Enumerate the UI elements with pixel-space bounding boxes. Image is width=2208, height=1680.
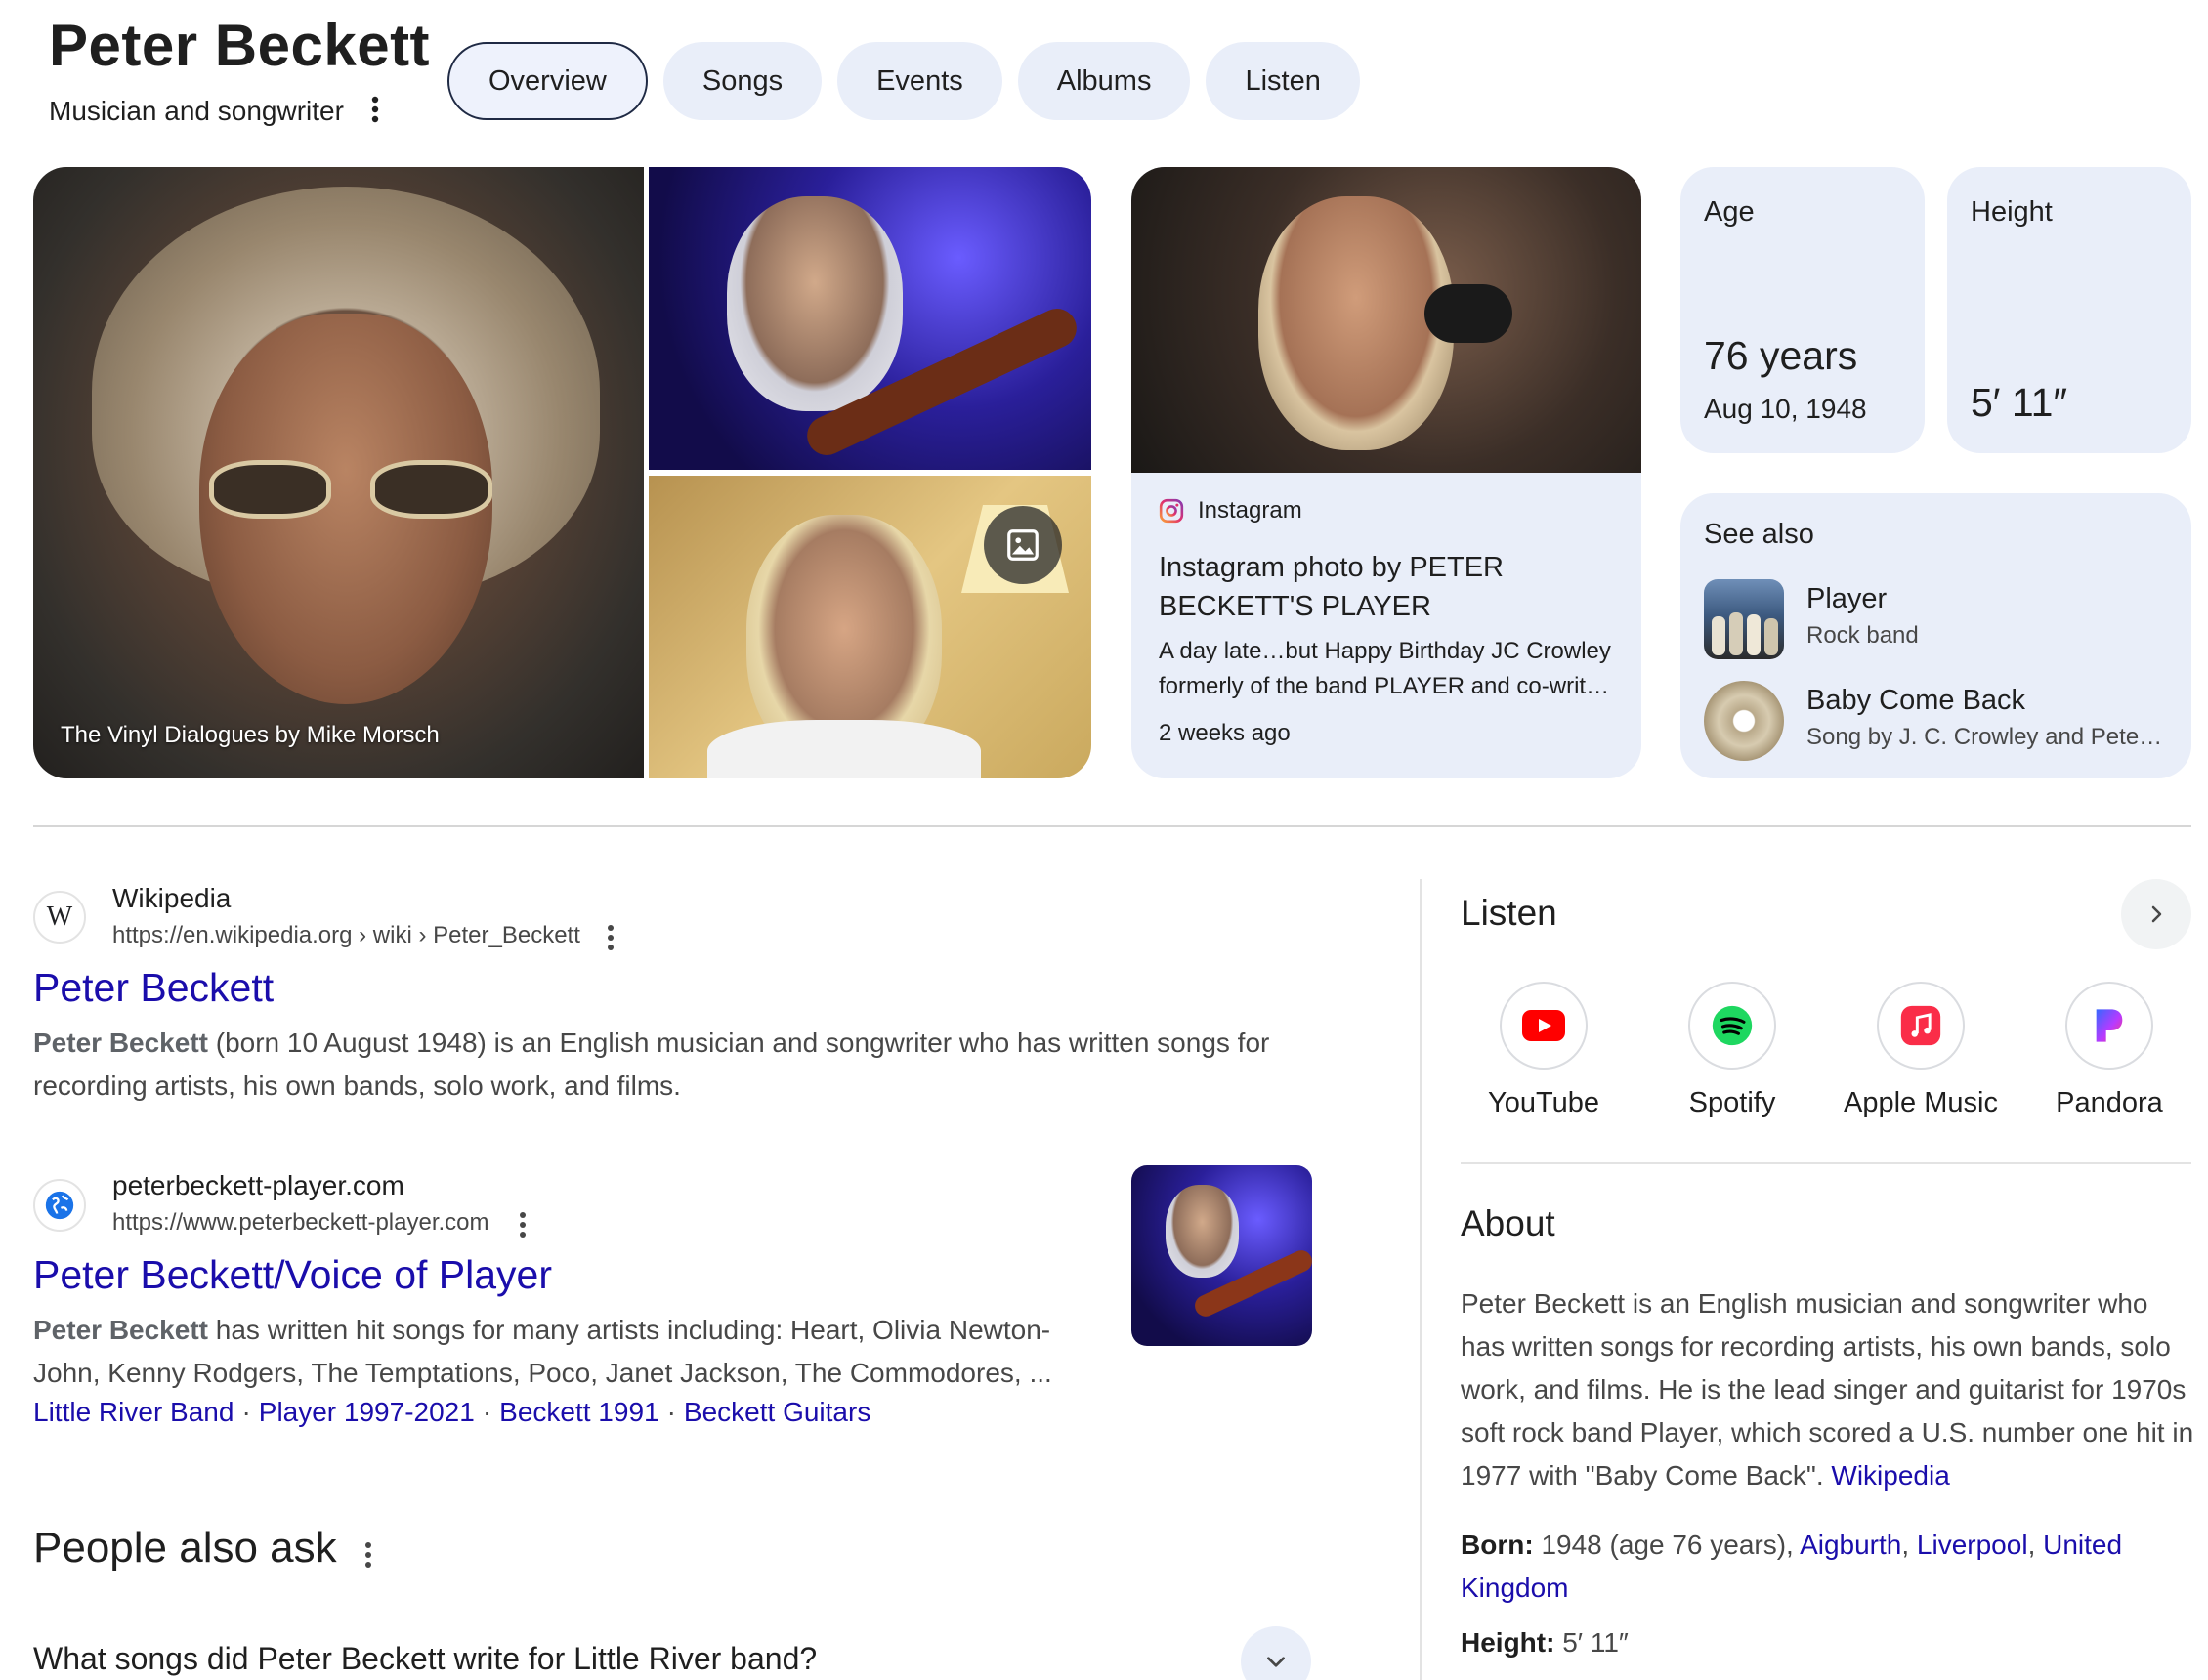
more-options-icon[interactable] <box>361 90 389 129</box>
gallery-image-guitar[interactable] <box>649 167 1091 470</box>
instagram-source-label: Instagram <box>1198 497 1302 524</box>
tab-songs[interactable]: Songs <box>662 42 823 120</box>
paa-question[interactable]: What songs did Peter Beckett write for L… <box>33 1641 817 1677</box>
see-also-card: See also Player Rock band Baby Come Back… <box>1680 493 2191 778</box>
result-options-icon[interactable] <box>601 918 620 957</box>
youtube-icon <box>1500 982 1588 1070</box>
people-also-ask-title: People also ask <box>33 1524 337 1572</box>
about-title: About <box>1461 1203 1555 1243</box>
spotify-icon <box>1688 982 1776 1070</box>
see-also-title: See also <box>1704 519 1814 550</box>
instagram-post-title: Instagram photo by PETER BECKETT'S PLAYE… <box>1159 552 1504 622</box>
service-label: Apple Music <box>1844 1087 1998 1118</box>
tab-events[interactable]: Events <box>837 42 1002 120</box>
more-images-button[interactable] <box>984 506 1062 584</box>
see-also-name: Player <box>1806 583 1888 614</box>
wikipedia-favicon-icon[interactable]: W <box>33 891 86 944</box>
fact-link[interactable]: Liverpool <box>1917 1530 2028 1560</box>
tab-overview[interactable]: Overview <box>447 42 648 120</box>
column-divider <box>1420 879 1422 1680</box>
see-also-thumbnail <box>1704 579 1784 659</box>
sitelink[interactable]: Beckett 1991 <box>499 1397 658 1427</box>
image-gallery: The Vinyl Dialogues by Mike Morsch <box>33 167 1091 778</box>
instagram-post-card[interactable]: Instagram Instagram photo by PETER BECKE… <box>1131 167 1641 778</box>
result-snippet: Peter Beckett (born 10 August 1948) is a… <box>33 1028 1270 1101</box>
height-value: 5′ 11″ <box>1971 380 2067 425</box>
about-description: Peter Beckett is an English musician and… <box>1461 1288 2194 1491</box>
page-title: Peter Beckett <box>49 13 431 78</box>
sitelink[interactable]: Beckett Guitars <box>684 1397 870 1427</box>
instagram-post-image <box>1131 167 1641 473</box>
see-also-item[interactable]: Baby Come Back Song by J. C. Crowley and… <box>1704 681 2173 765</box>
instagram-source: Instagram <box>1159 497 1302 525</box>
see-also-name: Baby Come Back <box>1806 685 2026 716</box>
image-icon <box>1007 529 1039 561</box>
age-card[interactable]: Age 76 years Aug 10, 1948 <box>1680 167 1925 453</box>
birth-date: Aug 10, 1948 <box>1704 394 1867 424</box>
see-also-desc: Rock band <box>1806 622 1919 649</box>
sitelink[interactable]: Player 1997-2021 <box>259 1397 475 1427</box>
page-subtitle: Musician and songwriter <box>49 96 344 126</box>
service-label: Spotify <box>1688 1087 1776 1118</box>
service-label: YouTube <box>1488 1087 1599 1118</box>
sitelink[interactable]: Little River Band <box>33 1397 234 1427</box>
listen-youtube[interactable]: YouTube <box>1465 982 1622 1119</box>
instagram-post-time: 2 weeks ago <box>1159 720 1291 746</box>
age-label: Age <box>1704 196 1755 228</box>
result-site-name[interactable]: Wikipedia <box>112 883 231 914</box>
chevron-right-icon[interactable] <box>2121 879 2191 949</box>
listen-pandora[interactable]: Pandora <box>2031 982 2187 1119</box>
section-divider <box>33 825 2191 827</box>
result-title-link[interactable]: Peter Beckett <box>33 965 274 1011</box>
see-also-desc: Song by J. C. Crowley and Pete… <box>1806 724 2163 750</box>
tab-listen[interactable]: Listen <box>1206 42 1360 120</box>
panel-divider <box>1461 1162 2191 1164</box>
fact-born: Born: 1948 (age 76 years), Aigburth, Liv… <box>1461 1530 2123 1603</box>
listen-title: Listen <box>1461 893 1557 933</box>
fact-height: Height: 5′ 11″ <box>1461 1627 1629 1658</box>
gallery-image-main[interactable]: The Vinyl Dialogues by Mike Morsch <box>33 167 644 778</box>
apple-music-icon <box>1877 982 1965 1070</box>
result-snippet: Peter Beckett has written hit songs for … <box>33 1315 1052 1388</box>
result-url[interactable]: https://www.peterbeckett-player.com <box>112 1209 489 1237</box>
tab-albums[interactable]: Albums <box>1017 42 1191 120</box>
entity-tabs: Overview Songs Events Albums Listen <box>447 42 1360 120</box>
result-url[interactable]: https://en.wikipedia.org › wiki › Peter_… <box>112 922 580 949</box>
see-also-thumbnail <box>1704 681 1784 761</box>
paa-options-icon[interactable] <box>359 1535 378 1575</box>
result-thumbnail[interactable] <box>1131 1165 1312 1346</box>
gallery-image-caption: The Vinyl Dialogues by Mike Morsch <box>61 722 440 748</box>
fact-label: Height: <box>1461 1627 1555 1658</box>
globe-icon[interactable] <box>33 1179 86 1232</box>
fact-link[interactable]: Aigburth <box>1800 1530 1901 1560</box>
result-site-name[interactable]: peterbeckett-player.com <box>112 1170 404 1201</box>
see-also-item[interactable]: Player Rock band <box>1704 579 2173 663</box>
listen-spotify[interactable]: Spotify <box>1654 982 1810 1119</box>
height-card[interactable]: Height 5′ 11″ <box>1947 167 2191 453</box>
height-label: Height <box>1971 196 2053 228</box>
result-options-icon[interactable] <box>513 1205 532 1244</box>
instagram-post-description: A day late…but Happy Birthday JC Crowley… <box>1159 638 1611 699</box>
chevron-down-icon[interactable] <box>1241 1626 1311 1680</box>
result-sitelinks: Little River Band · Player 1997-2021 · Becke… <box>33 1397 871 1427</box>
fact-label: Born: <box>1461 1530 1534 1560</box>
age-value: 76 years <box>1704 333 1858 378</box>
result-title-link[interactable]: Peter Beckett/Voice of Player <box>33 1252 552 1298</box>
pandora-icon <box>2065 982 2153 1070</box>
instagram-icon <box>1159 498 1184 524</box>
about-source-link[interactable]: Wikipedia <box>1831 1460 1949 1491</box>
listen-apple-music[interactable]: Apple Music <box>1843 982 1999 1119</box>
service-label: Pandora <box>2056 1087 2163 1118</box>
